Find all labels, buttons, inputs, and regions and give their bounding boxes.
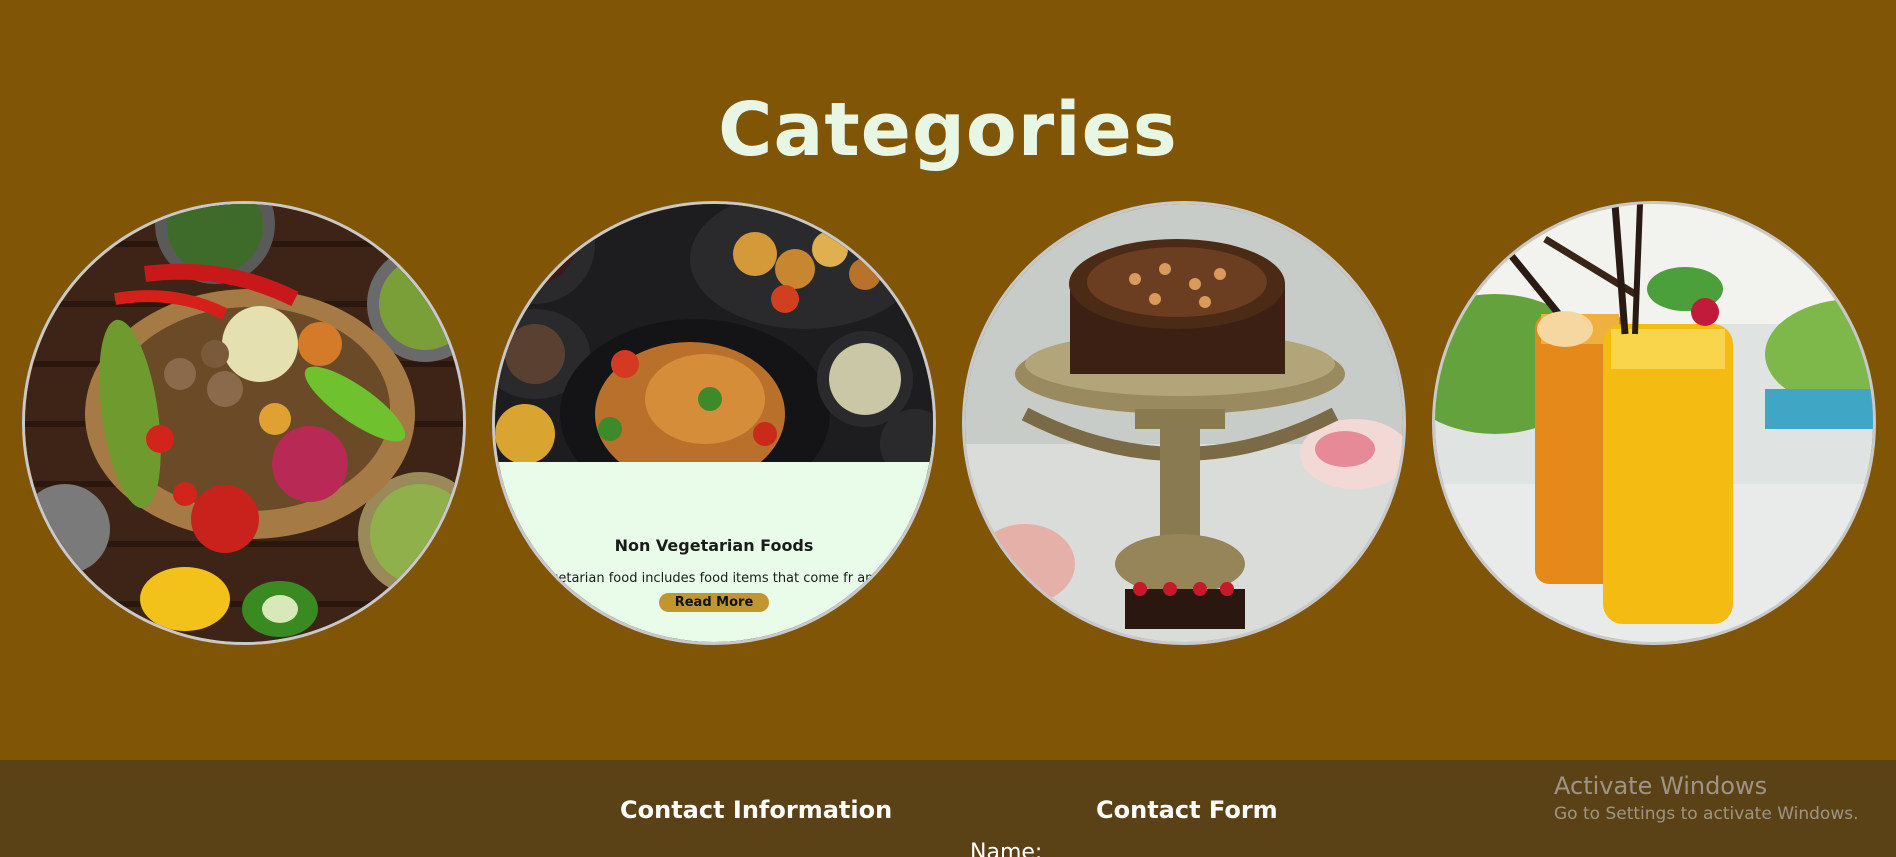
category-card-vegetarian[interactable] <box>22 201 466 645</box>
category-card-desserts[interactable] <box>962 201 1406 645</box>
page: Categories Non Vegetarian Foods n-vegeta… <box>0 0 1896 857</box>
card-title: Non Vegetarian Foods <box>614 536 814 555</box>
contact-form-title: Contact Form <box>1096 796 1278 824</box>
contact-information-title: Contact Information <box>620 796 893 824</box>
activate-windows-watermark: Activate Windows Go to Settings to activ… <box>1554 760 1859 824</box>
vegetables-basket-image <box>25 204 463 642</box>
category-card-beverages[interactable] <box>1432 201 1876 645</box>
watermark-title: Activate Windows <box>1554 772 1768 800</box>
chocolate-cake-image <box>965 204 1403 642</box>
juice-glasses-image <box>1435 204 1873 642</box>
watermark-subtitle: Go to Settings to activate Windows. <box>1554 804 1859 824</box>
card-hover-overlay: Non Vegetarian Foods n-vegetarian food i… <box>495 462 933 642</box>
card-description: n-vegetarian food includes food items th… <box>521 571 913 586</box>
read-more-button[interactable]: Read More <box>658 593 770 612</box>
name-field-label: Name: <box>970 840 1043 857</box>
category-card-non-vegetarian[interactable]: Non Vegetarian Foods n-vegetarian food i… <box>492 201 936 645</box>
section-title: Categories <box>718 87 1178 173</box>
